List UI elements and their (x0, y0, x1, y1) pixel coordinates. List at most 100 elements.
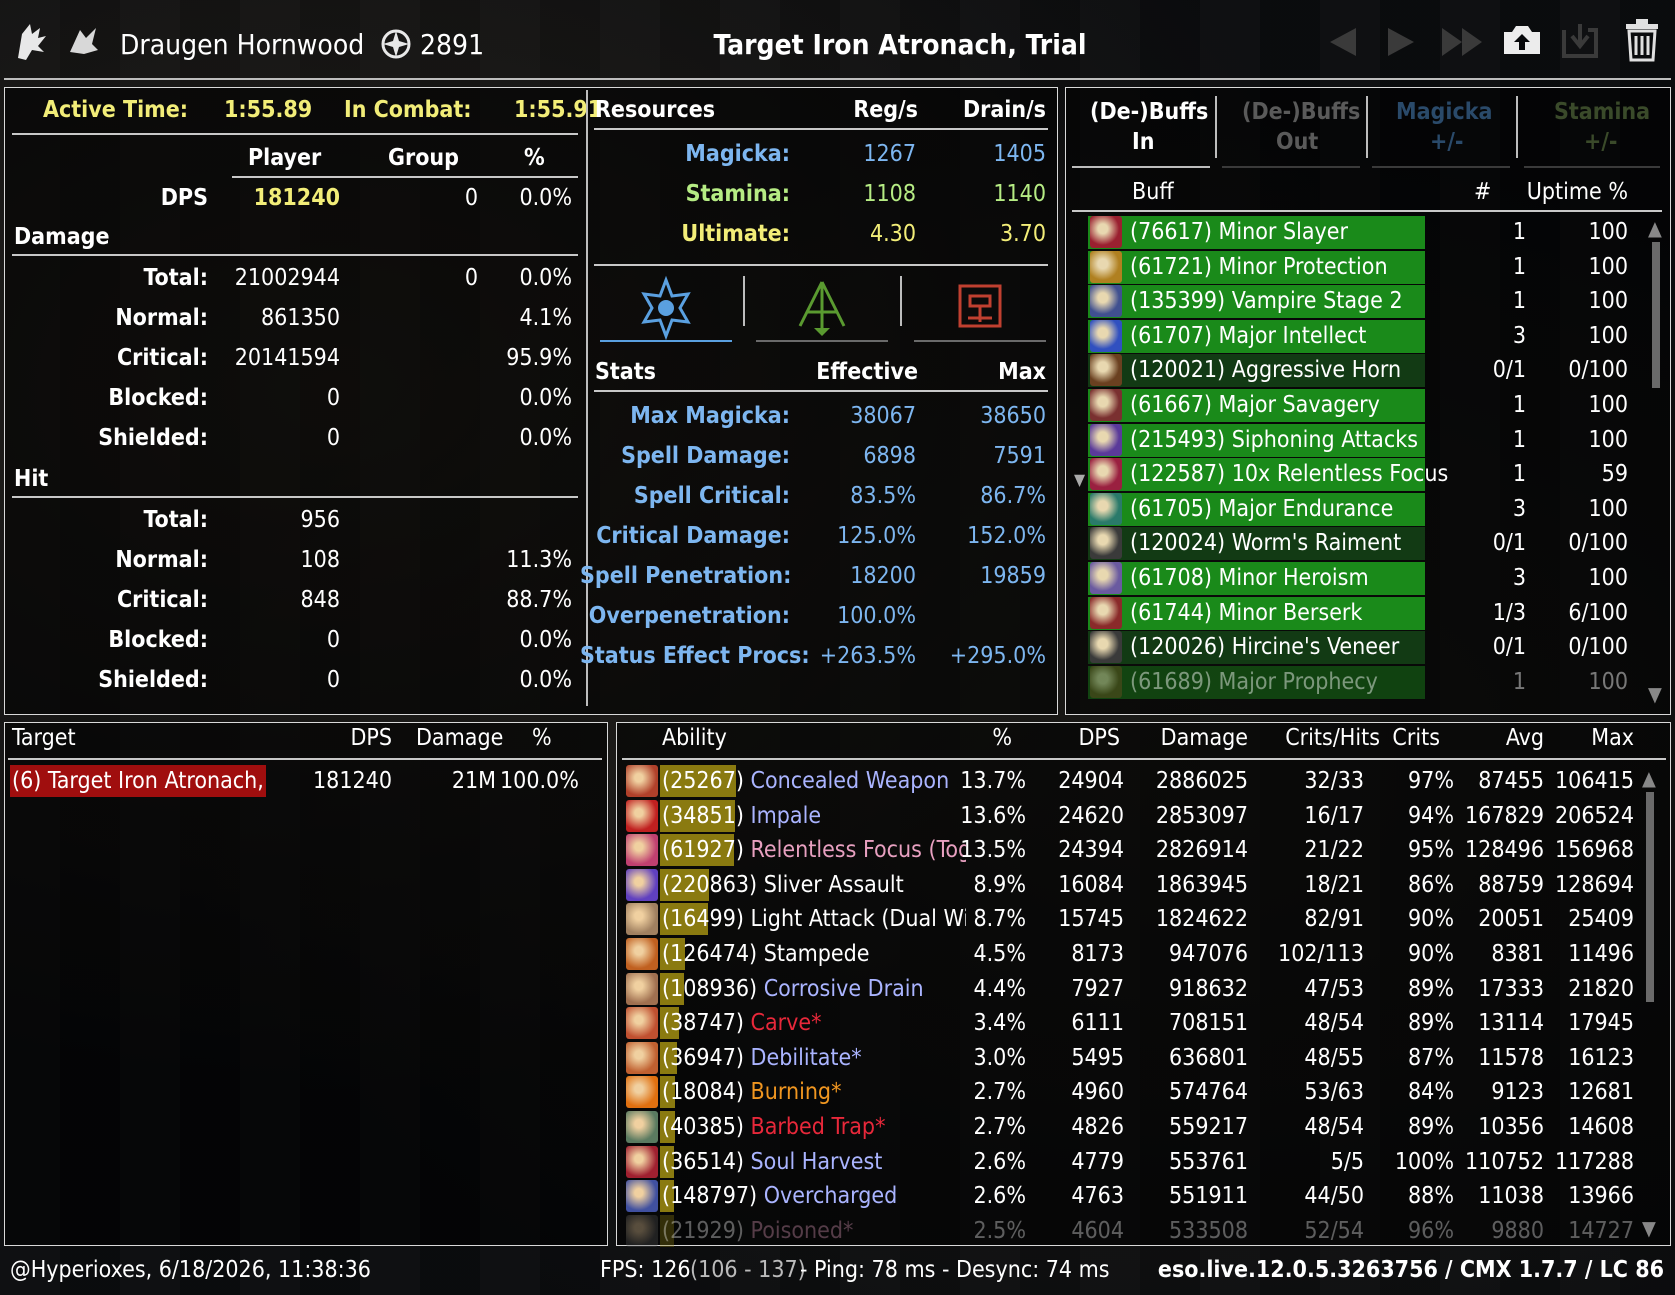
ability-icon (626, 1215, 658, 1247)
buff-icon (1090, 666, 1122, 698)
ability-max: 16123 (1568, 1045, 1634, 1071)
ability-damage: 918632 (1169, 976, 1248, 1002)
hit-normal-player: 108 (300, 547, 341, 573)
next-fight-button[interactable] (1384, 24, 1418, 60)
collapse-arrow-icon[interactable]: ▼ (1074, 470, 1085, 489)
buff-name[interactable]: (122587) 10x Relentless Focus (1130, 460, 1448, 488)
ability-name[interactable]: (40385) Barbed Trap* (662, 1113, 966, 1141)
ability-name[interactable]: (61927) Relentless Focus (Tog (662, 836, 966, 864)
last-fight-button[interactable] (1440, 24, 1486, 60)
buff-name[interactable]: (61667) Major Savagery (1130, 391, 1380, 419)
buff-icon (1090, 527, 1122, 559)
target-name[interactable]: (6) Target Iron Atronach, (12, 767, 264, 795)
stat-critical-damage-label: Critical Damage: (596, 523, 790, 549)
tab-stamina[interactable]: Stamina +/- (1524, 94, 1664, 168)
ability-icon (626, 1111, 658, 1143)
damage-total-pct: 0.0% (519, 265, 572, 291)
ability-name[interactable]: (34851) Impale (662, 802, 966, 830)
ability-name[interactable]: (36947) Debilitate* (662, 1044, 966, 1072)
fight-title: Target Iron Atronach, Trial (713, 28, 1087, 61)
buff-name[interactable]: (61689) Major Prophecy (1130, 668, 1378, 696)
scroll-down-icon[interactable]: ▼ (1648, 682, 1662, 706)
tab-magicka-stats[interactable] (600, 272, 732, 344)
tab-health-stats[interactable] (914, 272, 1046, 344)
ability-crits: 94% (1408, 803, 1454, 829)
ability-scroll-up-icon[interactable]: ▲ (1642, 766, 1656, 790)
buff-name[interactable]: (120021) Aggressive Horn (1130, 356, 1401, 384)
ability-avg: 10356 (1478, 1114, 1544, 1140)
ability-label: Concealed Weapon (743, 768, 950, 794)
buff-name[interactable]: (61744) Minor Berserk (1130, 599, 1362, 627)
tab-stamina-stats[interactable] (756, 272, 888, 344)
tab-magicka[interactable]: Magicka +/- (1372, 94, 1512, 168)
ability-avg: 11578 (1478, 1045, 1544, 1071)
ability-pct: 8.7% (973, 906, 1026, 932)
buff-name[interactable]: (135399) Vampire Stage 2 (1130, 287, 1403, 315)
ability-crits: 89% (1408, 976, 1454, 1002)
ability-label: Sliver Assault (757, 872, 904, 898)
ability-name[interactable]: (36514) Soul Harvest (662, 1148, 966, 1176)
buff-name[interactable]: (61707) Major Intellect (1130, 322, 1366, 350)
magicka-drain: 1405 (993, 141, 1046, 167)
buff-name[interactable]: (120024) Worm's Raiment (1130, 529, 1401, 557)
col-target-pct: % (532, 725, 552, 751)
ability-avg: 8381 (1491, 941, 1544, 967)
tab-buffs-out[interactable]: (De-)Buffs Out (1222, 94, 1362, 168)
ability-pct: 2.6% (973, 1149, 1026, 1175)
stamina-label: Stamina: (685, 181, 790, 207)
ability-icon (626, 1042, 658, 1074)
ability-avg: 20051 (1478, 906, 1544, 932)
damage-total-label: Total: (143, 265, 209, 291)
buff-name[interactable]: (61721) Minor Protection (1130, 253, 1388, 281)
tab-buffs-in[interactable]: (De-)Buffs In (1072, 94, 1212, 168)
ability-max: 13966 (1568, 1183, 1634, 1209)
previous-fight-button[interactable] (1326, 24, 1360, 60)
ability-name[interactable]: (21929) Poisoned* (662, 1217, 966, 1245)
ability-scroll-down-icon[interactable]: ▼ (1642, 1216, 1656, 1240)
buff-count: 3 (1512, 565, 1526, 591)
col-ability-damage: Damage (1160, 725, 1248, 751)
buff-icon (1090, 631, 1122, 663)
ability-id: (18084) (662, 1079, 744, 1105)
buff-scrollbar[interactable] (1652, 242, 1660, 388)
hit-critical-player: 848 (300, 587, 341, 613)
ability-max: 14608 (1568, 1114, 1634, 1140)
ability-name[interactable]: (126474) Stampede (662, 940, 966, 968)
scroll-up-icon[interactable]: ▲ (1648, 216, 1662, 240)
stamina-reg: 1108 (863, 181, 916, 207)
damage-shielded-pct: 0.0% (519, 425, 572, 451)
dps-pct: 0.0% (519, 185, 572, 211)
ability-crits-hits: 5/5 (1330, 1149, 1364, 1175)
ability-label: Overcharged (757, 1183, 898, 1209)
ability-name[interactable]: (220863) Sliver Assault (662, 871, 966, 899)
buff-name[interactable]: (76617) Minor Slayer (1130, 218, 1348, 246)
player-name: Draugen Hornwood (120, 28, 365, 61)
target-dps: 181240 (313, 768, 392, 794)
ability-icon (626, 1146, 658, 1178)
ability-scrollbar[interactable] (1646, 792, 1654, 1002)
delete-fight-button[interactable] (1622, 18, 1662, 62)
ability-name[interactable]: (25267) Concealed Weapon (662, 767, 966, 795)
save-fight-button[interactable] (1500, 20, 1544, 60)
buff-name[interactable]: (61708) Minor Heroism (1130, 564, 1369, 592)
divider (594, 128, 1048, 130)
ability-label: Light Attack (Dual Wiel (743, 906, 966, 932)
tab-label: (De-)Buffs (1090, 99, 1209, 125)
ability-id: (38747) (662, 1010, 744, 1036)
ability-name[interactable]: (18084) Burning* (662, 1078, 966, 1106)
hit-normal-label: Normal: (115, 547, 208, 573)
ability-name[interactable]: (148797) Overcharged (662, 1182, 966, 1210)
load-fight-button[interactable] (1560, 20, 1600, 60)
buff-name[interactable]: (120026) Hircine's Veneer (1130, 633, 1399, 661)
buff-name[interactable]: (61705) Major Endurance (1130, 495, 1393, 523)
buff-name[interactable]: (215493) Siphoning Attacks (1130, 426, 1418, 454)
damage-section-label: Damage (14, 224, 110, 250)
ability-icon (626, 834, 658, 866)
ability-name[interactable]: (108936) Corrosive Drain (662, 975, 966, 1003)
divider (594, 390, 1048, 392)
ability-name[interactable]: (16499) Light Attack (Dual Wiel (662, 905, 966, 933)
ability-crits: 88% (1408, 1183, 1454, 1209)
ability-damage: 574764 (1169, 1079, 1248, 1105)
ability-name[interactable]: (38747) Carve* (662, 1009, 966, 1037)
buff-icon (1090, 320, 1122, 352)
